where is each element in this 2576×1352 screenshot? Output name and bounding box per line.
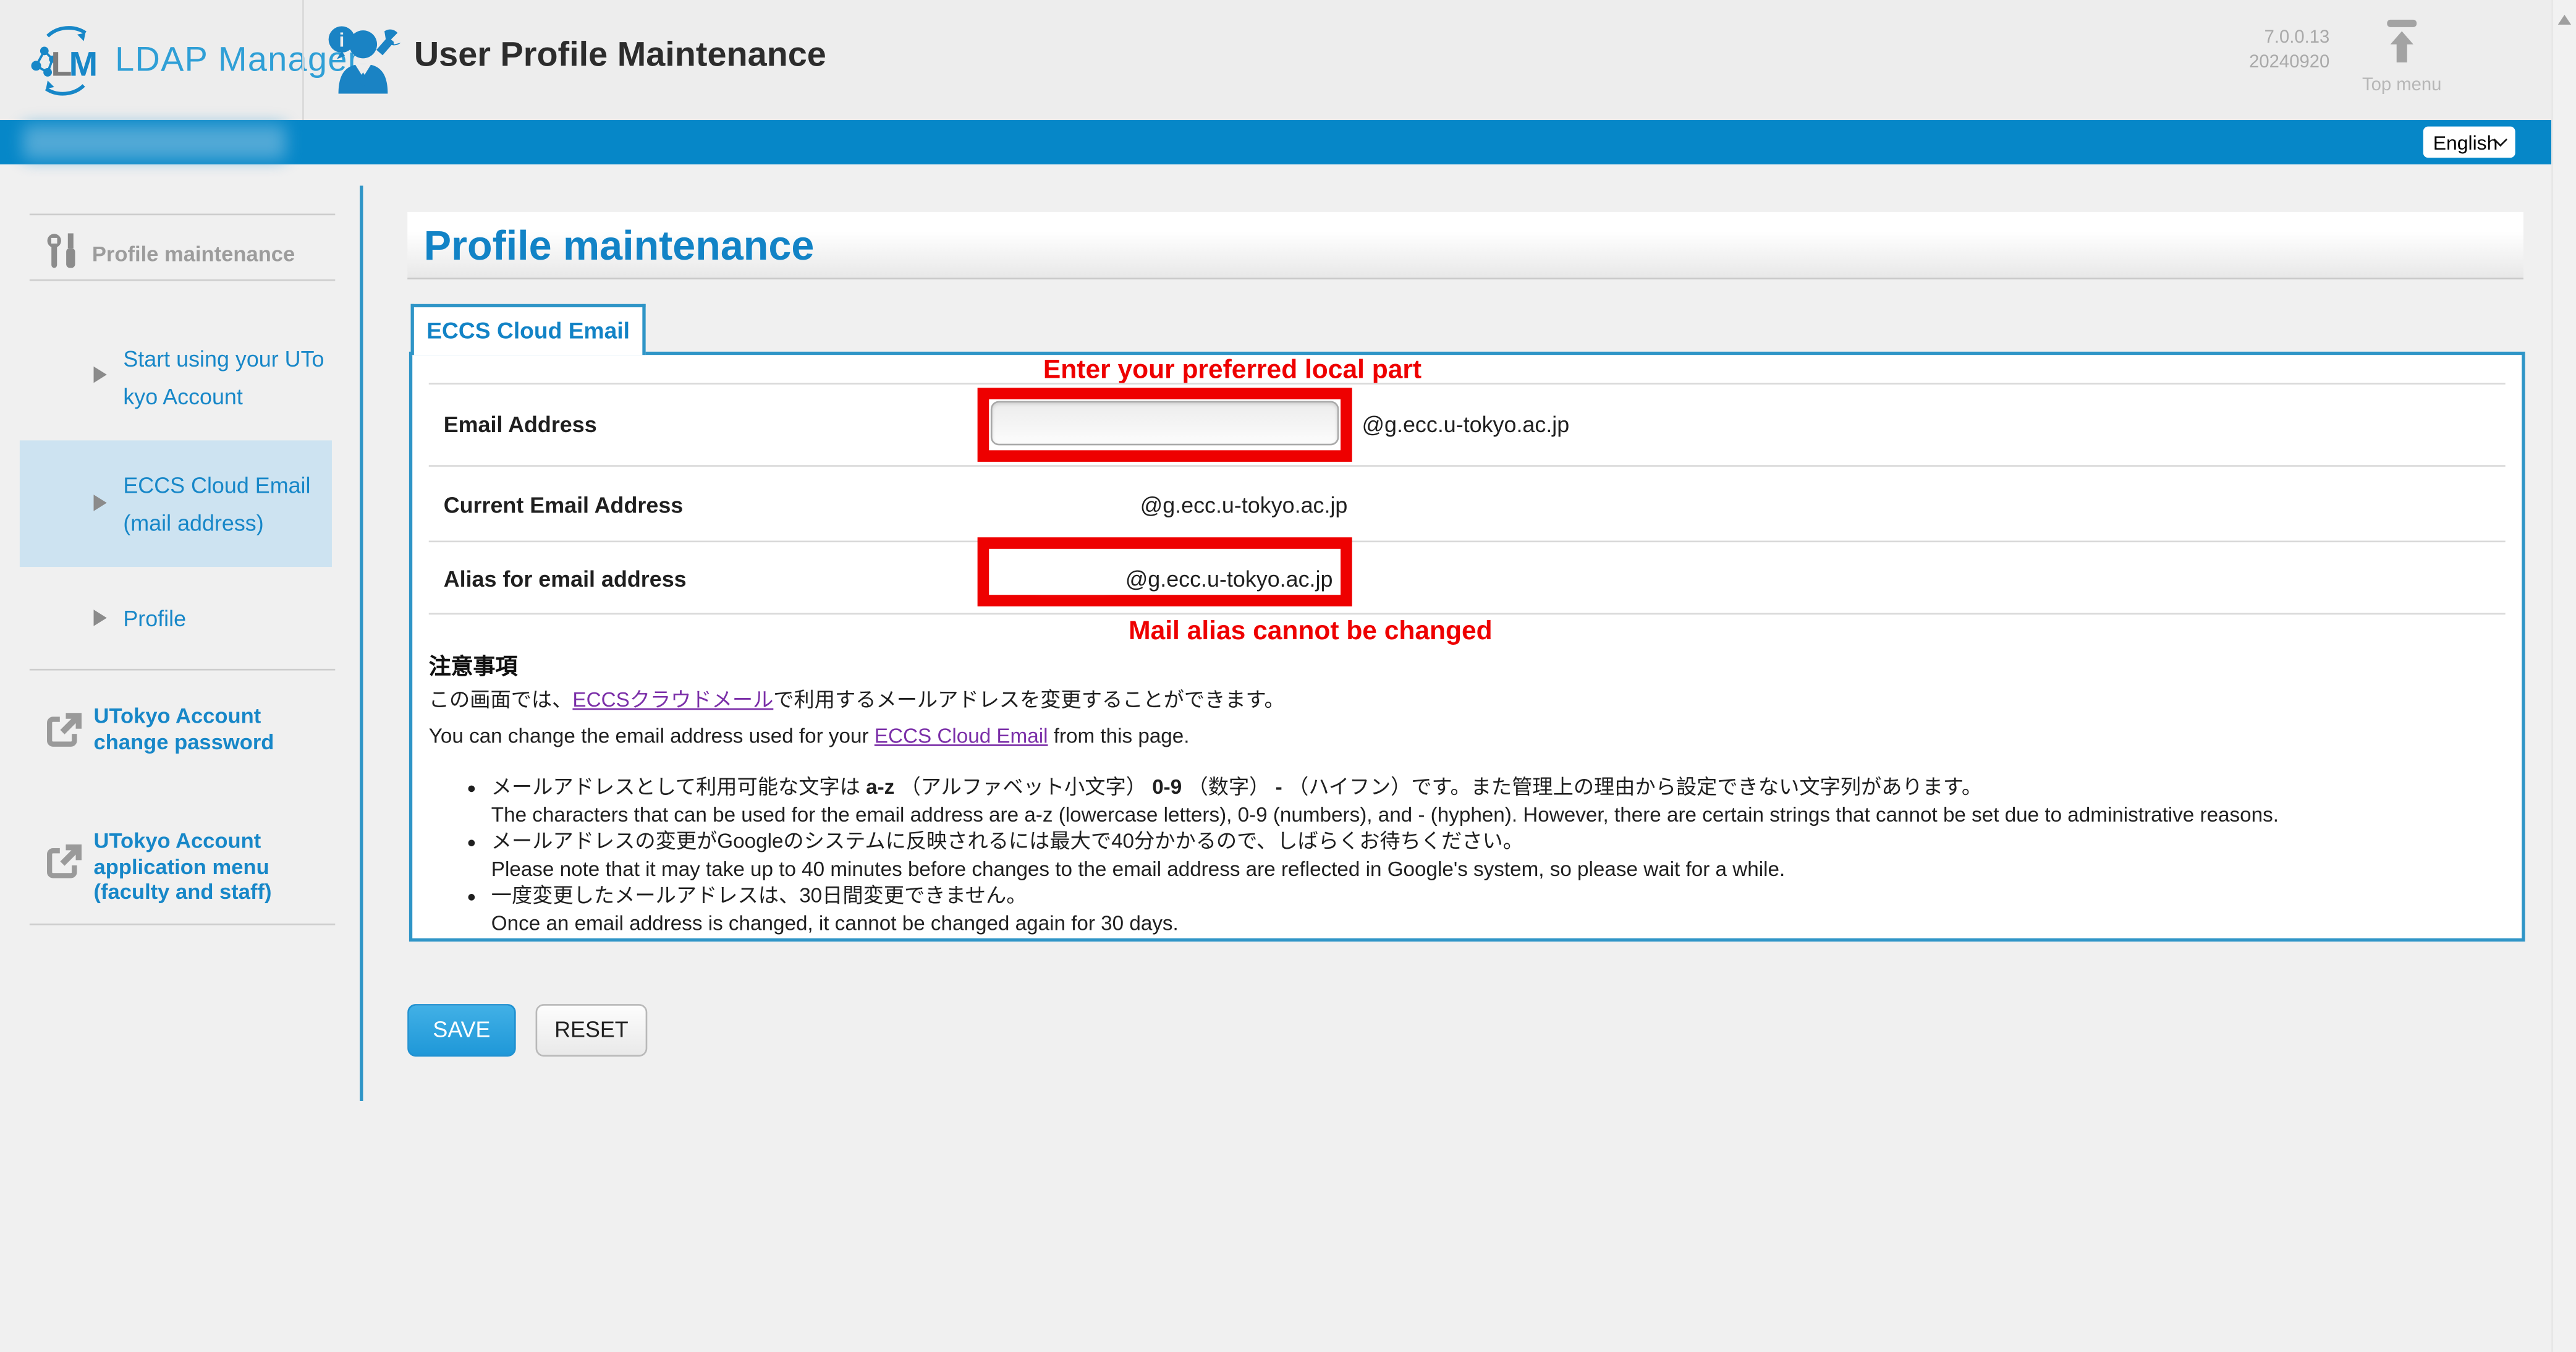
triangle-bullet-icon <box>94 367 107 383</box>
user-profile-icon: i <box>325 22 400 97</box>
triangle-bullet-icon <box>94 495 107 511</box>
row-divider <box>429 383 2506 385</box>
external-link-icon <box>43 841 83 882</box>
sidebar-item-profile[interactable]: Profile <box>123 600 340 637</box>
email-local-part-input[interactable] <box>991 401 1339 446</box>
note-en: Once an email address is changed, it can… <box>491 909 2493 937</box>
ldap-manager-logo: L M LDAP Manager <box>27 22 360 101</box>
notes-section: 注意事項 この画面では、ECCSクラウドメールで利用するメールアドレスを変更する… <box>429 647 2493 937</box>
language-select-value: English <box>2433 130 2498 153</box>
app-window: L M LDAP Manager i User Profile Maintena… <box>0 0 2576 1352</box>
profile-form-panel: Enter your preferred local part Email Ad… <box>409 352 2525 942</box>
email-address-label: Email Address <box>444 412 597 437</box>
tab-eccs-cloud-email[interactable]: ECCS Cloud Email <box>411 304 646 355</box>
row-divider <box>429 613 2506 614</box>
note-en: The characters that can be used for the … <box>491 801 2493 828</box>
navbar: English <box>0 120 2551 164</box>
note-en: Please note that it may take up to 40 mi… <box>491 856 2493 883</box>
top-menu-button[interactable]: Top menu <box>2356 18 2448 95</box>
alias-label: Alias for email address <box>444 567 687 592</box>
notes-intro-en: You can change the email address used fo… <box>429 723 2493 751</box>
list-item: メールアドレスとして利用可能な文字は a-z （アルファベット小文字） 0-9 … <box>491 774 2493 828</box>
svg-text:i: i <box>339 29 344 51</box>
redacted-alias-local-part <box>1036 562 1109 587</box>
eccs-cloud-email-link-en[interactable]: ECCS Cloud Email <box>875 725 1048 747</box>
header: L M LDAP Manager i User Profile Maintena… <box>0 0 2576 120</box>
sidebar-divider <box>30 924 335 925</box>
note-jp: メールアドレスの変更がGoogleのシステムに反映されるには最大で40分かかるの… <box>491 828 2493 856</box>
annotation-alias-cannot-change: Mail alias cannot be changed <box>1129 618 1492 647</box>
sidebar-divider <box>30 669 335 671</box>
svg-text:M: M <box>69 44 98 83</box>
sidebar-item-application-menu[interactable]: UTokyo Account application menu (faculty… <box>94 828 334 905</box>
language-select[interactable]: English <box>2423 127 2515 158</box>
sidebar-item-start-using-account[interactable]: Start using your UTo kyo Account <box>123 340 340 415</box>
alias-value: @g.ecc.u-tokyo.ac.jp <box>1125 567 1333 592</box>
content-heading: Profile maintenance <box>424 224 815 271</box>
sidebar-item-eccs-cloud-email[interactable]: ECCS Cloud Email (mail address) <box>123 467 340 542</box>
triangle-bullet-icon <box>94 610 107 626</box>
list-item: 一度変更したメールアドレスは、30日間変更できません。 Once an emai… <box>491 882 2493 937</box>
sidebar-divider <box>30 214 335 216</box>
header-divider <box>302 0 304 120</box>
sidebar-content-separator <box>360 185 363 1101</box>
external-link-icon <box>43 710 83 750</box>
top-menu-icon <box>2382 18 2421 64</box>
page-title: User Profile Maintenance <box>414 36 826 75</box>
product-name: LDAP Manager <box>115 41 360 80</box>
tools-icon <box>43 230 82 273</box>
note-jp: メールアドレスとして利用可能な文字は a-z （アルファベット小文字） 0-9 … <box>491 774 2493 801</box>
current-email-label: Current Email Address <box>444 493 684 517</box>
ldap-manager-logo-icon: L M <box>27 22 106 101</box>
sidebar-divider <box>30 279 335 281</box>
redacted-nav-item <box>23 125 286 159</box>
row-divider <box>429 541 2506 543</box>
email-domain-suffix: @g.ecc.u-tokyo.ac.jp <box>1362 412 1570 437</box>
notes-heading: 注意事項 <box>429 647 2493 680</box>
scrollbar-track[interactable] <box>2551 0 2576 1352</box>
notes-intro-jp: この画面では、ECCSクラウドメールで利用するメールアドレスを変更することができ… <box>429 687 2493 715</box>
save-button[interactable]: SAVE <box>407 1004 515 1057</box>
sidebar-section-header: Profile maintenance <box>92 242 295 266</box>
annotation-enter-local-part: Enter your preferred local part <box>1043 357 1421 386</box>
note-jp: 一度変更したメールアドレスは、30日間変更できません。 <box>491 882 2493 909</box>
version-number: 7.0.0.13 <box>2249 27 2329 51</box>
reset-button[interactable]: RESET <box>536 1004 648 1057</box>
current-email-value: @g.ecc.u-tokyo.ac.jp <box>1140 493 1348 517</box>
top-menu-label: Top menu <box>2356 75 2448 95</box>
list-item: メールアドレスの変更がGoogleのシステムに反映されるには最大で40分かかるの… <box>491 828 2493 883</box>
version-info: 7.0.0.13 20240920 <box>2249 27 2329 76</box>
row-divider <box>429 465 2506 467</box>
scrollbar-up-arrow[interactable] <box>2558 15 2571 25</box>
notes-list: メールアドレスとして利用可能な文字は a-z （アルファベット小文字） 0-9 … <box>429 774 2493 937</box>
redacted-current-email-local-part <box>991 487 1132 516</box>
content-heading-strip: Profile maintenance <box>407 212 2523 279</box>
eccs-cloud-mail-link-jp[interactable]: ECCSクラウドメール <box>572 689 773 712</box>
version-date: 20240920 <box>2249 51 2329 75</box>
sidebar-item-change-password[interactable]: UTokyo Account change password <box>94 704 334 754</box>
